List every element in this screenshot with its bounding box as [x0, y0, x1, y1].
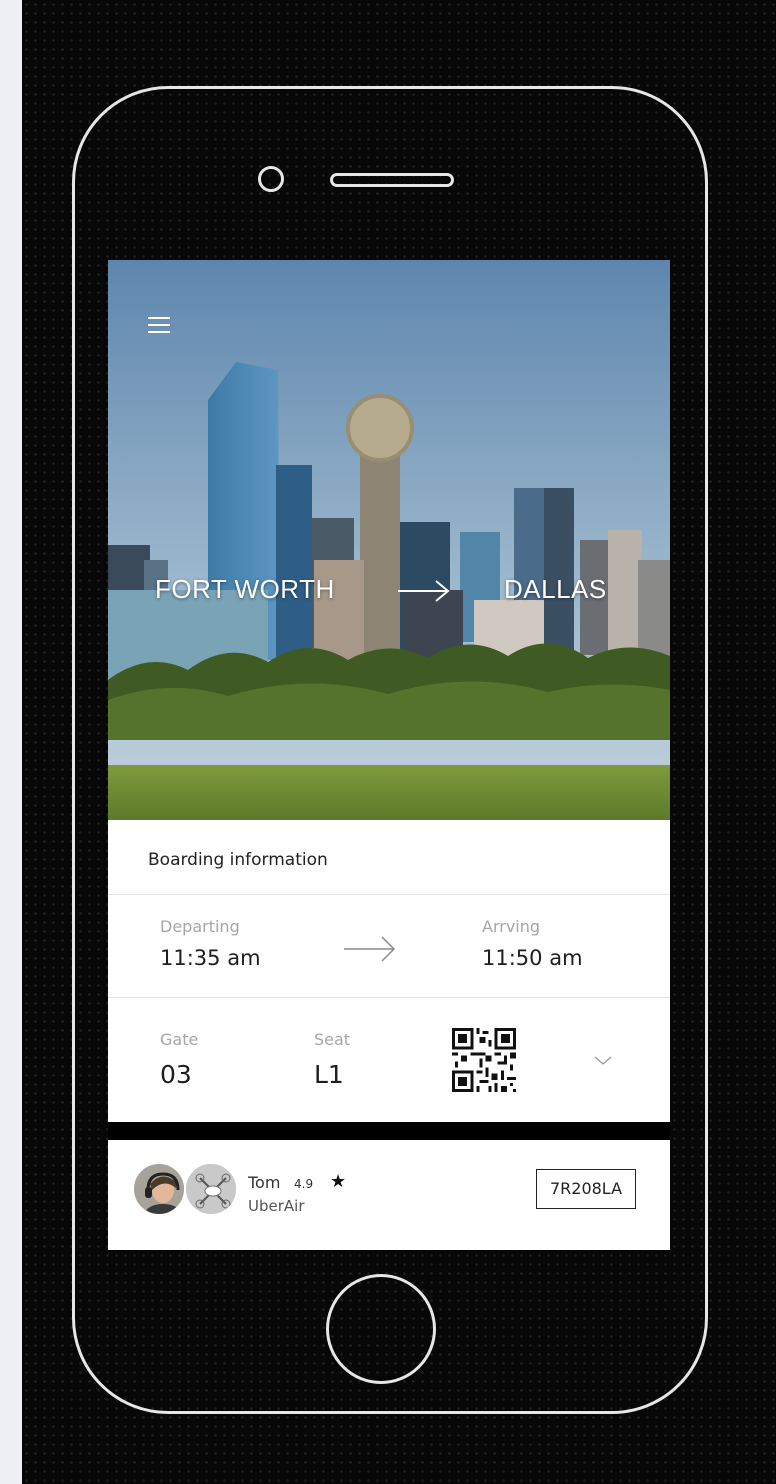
hamburger-menu-icon[interactable]	[148, 317, 170, 333]
star-icon: ★	[330, 1171, 347, 1192]
destination-city: DALLAS	[504, 574, 607, 604]
section-separator-bar	[108, 1122, 670, 1140]
app-screen: FORT WORTH DALLAS Boarding information D…	[108, 260, 670, 1250]
origin-city: FORT WORTH	[155, 574, 335, 604]
arriving-label: Arrving	[482, 917, 541, 936]
pilot-rating: 4.9	[294, 1177, 314, 1191]
qr-code-icon[interactable]	[452, 1028, 516, 1092]
seat-label: Seat	[314, 1030, 351, 1049]
pilot-name: Tom	[248, 1173, 281, 1192]
chevron-down-icon[interactable]	[594, 1056, 612, 1066]
departing-time: 11:35 am	[160, 946, 261, 970]
service-name: UberAir	[248, 1197, 305, 1215]
divider	[108, 997, 670, 998]
city-skyline-photo	[108, 260, 670, 820]
front-camera	[258, 166, 284, 192]
pilot-avatar[interactable]	[132, 1162, 186, 1216]
earpiece-speaker	[330, 173, 454, 187]
arriving-time: 11:50 am	[482, 946, 583, 970]
home-button[interactable]	[326, 1274, 436, 1384]
seat-value: L1	[314, 1060, 344, 1089]
arrow-right-icon	[344, 936, 396, 962]
route-arrow-icon	[398, 580, 450, 602]
tail-number-badge: 7R208LA	[536, 1169, 636, 1209]
departing-label: Departing	[160, 917, 240, 936]
divider	[108, 894, 670, 895]
gate-value: 03	[160, 1060, 192, 1089]
boarding-information-title: Boarding information	[148, 850, 328, 870]
gate-label: Gate	[160, 1030, 199, 1049]
aircraft-avatar	[184, 1162, 238, 1216]
